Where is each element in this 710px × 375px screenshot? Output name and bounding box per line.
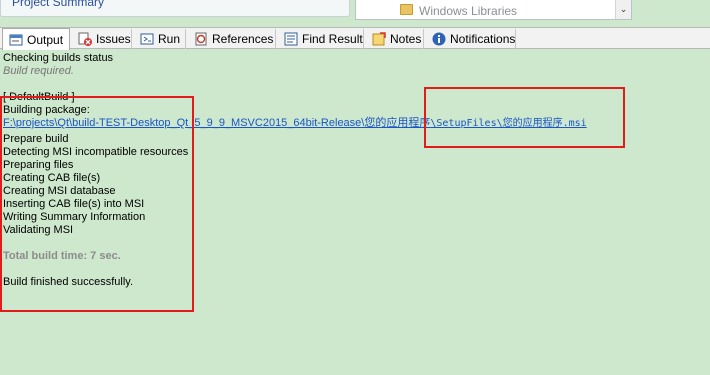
folder-icon bbox=[400, 4, 413, 15]
output-icon bbox=[9, 33, 23, 47]
tab-references[interactable]: References bbox=[188, 29, 276, 49]
tab-label: Output bbox=[27, 32, 64, 47]
notes-icon bbox=[372, 32, 386, 46]
find-result-icon bbox=[284, 32, 298, 46]
tab-label: Notes bbox=[390, 32, 422, 46]
project-summary-link[interactable]: Project Summary bbox=[12, 0, 104, 9]
tab-output[interactable]: Output bbox=[2, 28, 70, 50]
tab-label: Run bbox=[158, 32, 181, 46]
libraries-dropdown[interactable]: Windows Libraries ⌄ bbox=[355, 0, 632, 20]
chevron-down-icon[interactable]: ⌄ bbox=[615, 0, 631, 19]
tab-label: References bbox=[212, 32, 274, 46]
highlight-box-build-log bbox=[0, 96, 194, 312]
notifications-icon bbox=[432, 32, 446, 46]
project-panel[interactable]: Project Summary bbox=[0, 0, 350, 17]
issues-icon bbox=[78, 32, 92, 46]
tab-label: Notifications bbox=[450, 32, 516, 46]
tab-issues[interactable]: Issues bbox=[72, 29, 132, 49]
tab-notifications[interactable]: Notifications bbox=[426, 29, 516, 49]
status-subtitle: Build required. bbox=[3, 65, 74, 77]
tab-label: Issues bbox=[96, 32, 131, 46]
libraries-value: Windows Libraries bbox=[419, 4, 518, 18]
tab-label: Find Result bbox=[302, 32, 363, 46]
run-icon bbox=[140, 32, 154, 46]
status-title: Checking builds status bbox=[3, 52, 114, 64]
references-icon bbox=[194, 32, 208, 46]
tab-find-result[interactable]: Find Result bbox=[278, 29, 364, 49]
tab-notes[interactable]: Notes bbox=[366, 29, 424, 49]
highlight-box-msi-path bbox=[424, 87, 625, 148]
output-tab-bar: Output Issues Run References Find Result… bbox=[0, 27, 710, 50]
tab-run[interactable]: Run bbox=[134, 29, 186, 49]
